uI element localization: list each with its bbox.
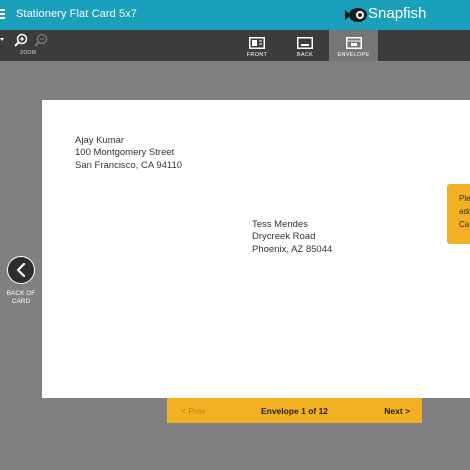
card-back-icon: [297, 37, 313, 49]
recipient-address-line: Phoenix, AZ 85044: [252, 243, 333, 255]
return-address-line: San Francisco, CA 94110: [75, 159, 183, 171]
tooltip-line: Ca: [459, 220, 470, 229]
card-front-icon: [249, 37, 265, 49]
zoom-in-icon[interactable]: [14, 33, 28, 47]
envelope-preview: Ajay Kumar 100 Montgomery Street San Fra…: [42, 100, 470, 398]
envelope-icon: [345, 37, 362, 49]
tab-envelope-label: ENVELOPE: [337, 52, 370, 58]
tab-back-label: BACK: [296, 52, 314, 58]
project-title: Stationery Flat Card 5x7: [16, 8, 138, 20]
recipient-address-line: Drycreek Road: [252, 231, 316, 243]
next-button[interactable]: Next >: [384, 406, 410, 416]
recipient-address-line: Tess Mendes: [252, 219, 308, 230]
return-address[interactable]: Ajay Kumar 100 Montgomery Street San Fra…: [75, 135, 182, 172]
zoom-out-icon[interactable]: [34, 33, 48, 47]
back-of-card-label[interactable]: BACK OF CARD: [0, 290, 42, 306]
envelope-pager: < Prev Envelope 1 of 12 Next >: [167, 398, 422, 423]
menu-icon[interactable]: [0, 9, 5, 20]
tab-envelope[interactable]: ENVELOPE: [329, 30, 378, 61]
chevron-down-icon[interactable]: [0, 36, 6, 44]
return-address-line: Ajay Kumar: [75, 135, 125, 146]
tab-front-label: FRONT: [246, 52, 268, 58]
editor-toolbar: ZOOM FRONT BACK ENVELOPE: [0, 30, 470, 61]
fish-logo-icon: [345, 8, 367, 22]
brand-name: Snapfish: [368, 5, 427, 22]
tab-back[interactable]: BACK: [286, 30, 324, 61]
back-of-card-label-line: BACK OF: [6, 290, 36, 297]
recipient-address[interactable]: Tess Mendes Drycreek Road Phoenix, AZ 85…: [252, 219, 332, 256]
tooltip-line: add: [459, 207, 470, 216]
tooltip-line: Ple: [459, 194, 470, 203]
zoom-label: ZOOM: [20, 50, 37, 56]
tab-front[interactable]: FRONT: [237, 30, 277, 61]
help-tooltip: Ple add Ca: [447, 184, 470, 244]
return-address-line: 100 Montgomery Street: [75, 147, 175, 159]
back-of-card-button[interactable]: [7, 256, 35, 284]
chevron-left-icon: [16, 263, 26, 277]
app-header: Stationery Flat Card 5x7 Snapfish: [0, 0, 470, 30]
back-of-card-label-line: CARD: [11, 298, 31, 305]
